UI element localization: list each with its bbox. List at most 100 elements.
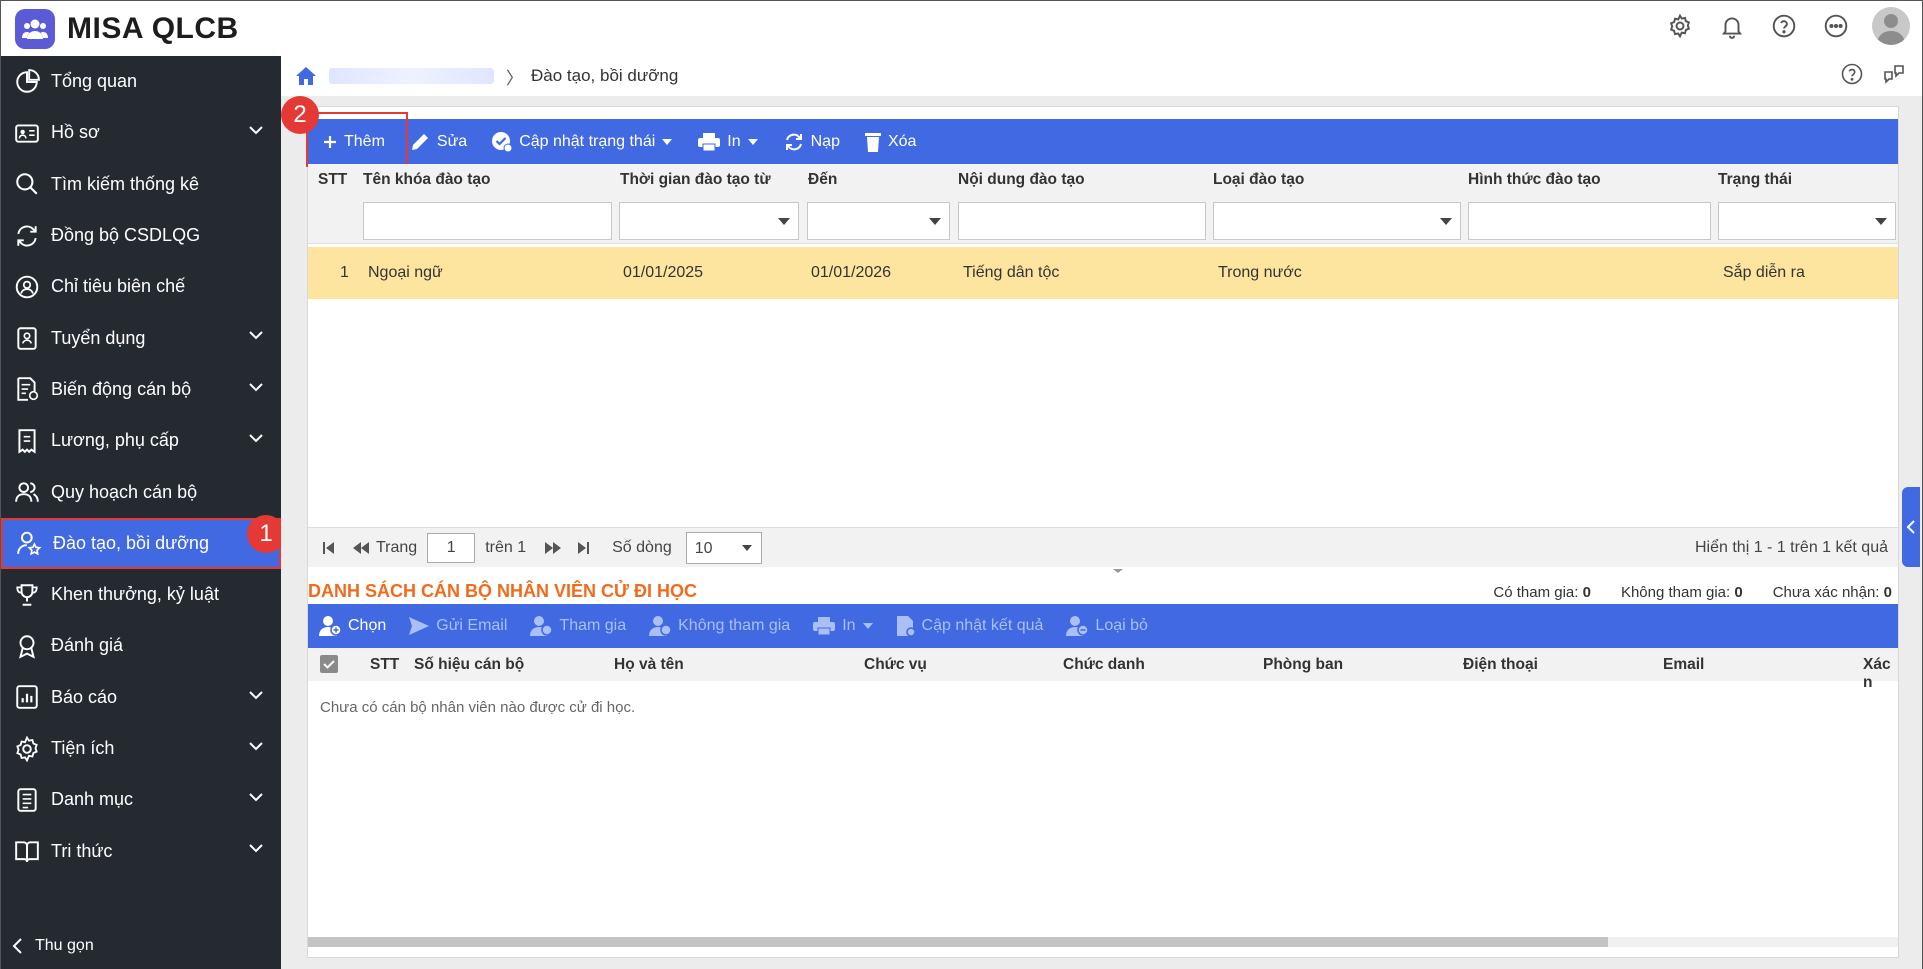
- breadcrumb-parent-blurred[interactable]: [329, 68, 494, 84]
- remove-label: Loại bỏ: [1095, 617, 1148, 634]
- filter-content-input[interactable]: [958, 202, 1206, 240]
- expand-side-panel-tab[interactable]: [1902, 487, 1920, 567]
- next-page-icon[interactable]: [544, 541, 562, 555]
- delete-button[interactable]: Xóa: [852, 119, 928, 164]
- sidebar-item[interactable]: Danh mục: [1, 774, 281, 825]
- col-header[interactable]: Họ và tên: [614, 656, 684, 674]
- col-header[interactable]: Xác n: [1863, 656, 1898, 692]
- col-header[interactable]: Email: [1663, 656, 1704, 674]
- col-header[interactable]: Số hiệu cán bộ: [414, 656, 524, 674]
- dropdown-arrow-icon: [1875, 218, 1887, 225]
- col-header[interactable]: Trạng thái: [1718, 171, 1792, 189]
- chevron-down-icon[interactable]: [247, 839, 265, 857]
- chevron-down-icon[interactable]: [247, 326, 265, 344]
- settings-gear-icon[interactable]: [1664, 10, 1696, 42]
- prev-page-icon[interactable]: [352, 541, 370, 555]
- reload-button[interactable]: Nạp: [771, 119, 852, 164]
- cell-status: Sắp diễn ra: [1723, 264, 1805, 281]
- filter-name-input[interactable]: [363, 202, 612, 240]
- sidebar-item[interactable]: Hồ sơ: [1, 107, 281, 158]
- filter-to-date[interactable]: [807, 202, 950, 240]
- join-button[interactable]: Tham gia: [518, 604, 637, 648]
- feedback-icon[interactable]: [1882, 62, 1906, 86]
- col-header[interactable]: Chức danh: [1063, 656, 1145, 674]
- home-icon[interactable]: [295, 66, 317, 86]
- staff-print-label: In: [842, 617, 856, 634]
- page-of-label: trên 1: [485, 538, 527, 556]
- sync-icon: [13, 222, 41, 250]
- sidebar-item[interactable]: Tìm kiếm thống kê: [1, 159, 281, 210]
- remove-button[interactable]: Loại bỏ: [1054, 604, 1159, 648]
- filter-from-date[interactable]: [619, 202, 799, 240]
- horizontal-scrollbar[interactable]: [308, 937, 1898, 947]
- sidebar-item[interactable]: Biến động cán bộ: [1, 364, 281, 415]
- col-header[interactable]: Hình thức đào tạo: [1468, 171, 1601, 189]
- document-edit-icon: [896, 616, 916, 637]
- sidebar-item[interactable]: Tuyển dụng: [1, 312, 281, 363]
- sidebar-item[interactable]: Báo cáo: [1, 672, 281, 723]
- collapse-sidebar-button[interactable]: Thu gọn: [11, 937, 94, 955]
- sidebar-item[interactable]: Đánh giá: [1, 620, 281, 671]
- choose-button[interactable]: Chọn: [308, 604, 397, 648]
- col-header[interactable]: Chức vụ: [864, 656, 927, 674]
- not-join-button[interactable]: Không tham gia: [637, 604, 801, 648]
- col-header[interactable]: Thời gian đào tạo từ: [620, 171, 771, 189]
- chevron-down-icon[interactable]: [247, 788, 265, 806]
- edit-button[interactable]: Sửa: [397, 119, 479, 164]
- chevron-down-icon[interactable]: [247, 737, 265, 755]
- sidebar-item[interactable]: Chỉ tiêu biên chế: [1, 261, 281, 312]
- sidebar-item[interactable]: Đồng bộ CSDLQG: [1, 210, 281, 261]
- chevron-down-icon[interactable]: [247, 378, 265, 396]
- filter-form-input[interactable]: [1468, 202, 1711, 240]
- staff-print-button[interactable]: In: [801, 604, 884, 648]
- send-email-button[interactable]: Gửi Email: [397, 604, 518, 648]
- first-page-icon[interactable]: [322, 541, 336, 555]
- sidebar-item[interactable]: Tri thức: [1, 825, 281, 876]
- sidebar-item[interactable]: Lương, phụ cấp: [1, 415, 281, 466]
- rows-per-page-select[interactable]: 10: [685, 531, 762, 564]
- edit-button-label: Sửa: [436, 132, 468, 150]
- update-result-button[interactable]: Cập nhật kết quả: [885, 604, 1055, 648]
- update-status-button[interactable]: Cập nhật trạng thái: [479, 119, 685, 164]
- more-options-icon[interactable]: [1820, 10, 1852, 42]
- scrollbar-thumb[interactable]: [308, 937, 1608, 947]
- print-button[interactable]: In: [685, 119, 770, 164]
- sidebar-item[interactable]: Quy hoạch cán bộ: [1, 466, 281, 517]
- page-input[interactable]: 1: [427, 532, 476, 563]
- resize-handle-icon[interactable]: [1103, 569, 1133, 573]
- sidebar-item[interactable]: Tiện ích: [1, 723, 281, 774]
- caret-down-icon: [862, 623, 873, 629]
- sidebar-item[interactable]: Khen thưởng, kỷ luật: [1, 569, 281, 620]
- col-header[interactable]: STT: [318, 171, 347, 189]
- staff-grid-header: STT Số hiệu cán bộ Họ và tên Chức vụ Chứ…: [308, 648, 1898, 691]
- sidebar-item-label: Chỉ tiêu biên chế: [51, 276, 186, 297]
- page-help-icon[interactable]: [1840, 62, 1864, 86]
- book-icon: [13, 837, 41, 865]
- col-header[interactable]: Tên khóa đào tạo: [363, 171, 490, 189]
- user-avatar[interactable]: [1872, 7, 1910, 45]
- col-header[interactable]: Điện thoại: [1463, 656, 1538, 674]
- staff-toolbar: Chọn Gửi Email Tham gia Không tham gia I…: [308, 604, 1898, 648]
- col-header[interactable]: Đến: [808, 171, 837, 189]
- sidebar-item-label: Lương, phụ cấp: [51, 430, 179, 451]
- chevron-down-icon[interactable]: [247, 121, 265, 139]
- notification-bell-icon[interactable]: [1716, 10, 1748, 42]
- col-header[interactable]: Loại đào tạo: [1213, 171, 1304, 189]
- choose-label: Chọn: [348, 617, 387, 634]
- last-page-icon[interactable]: [576, 541, 590, 555]
- collapse-label: Thu gọn: [35, 937, 94, 954]
- chevron-left-icon: [12, 938, 22, 954]
- sidebar-item[interactable]: Đào tạo, bồi dưỡng: [1, 517, 281, 569]
- col-header[interactable]: STT: [370, 656, 399, 674]
- chevron-down-icon[interactable]: [247, 429, 265, 447]
- sidebar-item[interactable]: Tổng quan: [1, 56, 281, 107]
- help-icon[interactable]: [1768, 10, 1800, 42]
- dropdown-arrow-icon: [1440, 218, 1452, 225]
- col-header[interactable]: Phòng ban: [1263, 656, 1343, 674]
- chevron-down-icon[interactable]: [247, 686, 265, 704]
- table-row[interactable]: 1 Ngoại ngữ 01/01/2025 01/01/2026 Tiếng …: [308, 247, 1898, 299]
- filter-type-select[interactable]: [1213, 202, 1461, 240]
- filter-status-select[interactable]: [1718, 202, 1896, 240]
- col-header[interactable]: Nội dung đào tạo: [958, 171, 1085, 189]
- select-all-checkbox[interactable]: [320, 655, 338, 673]
